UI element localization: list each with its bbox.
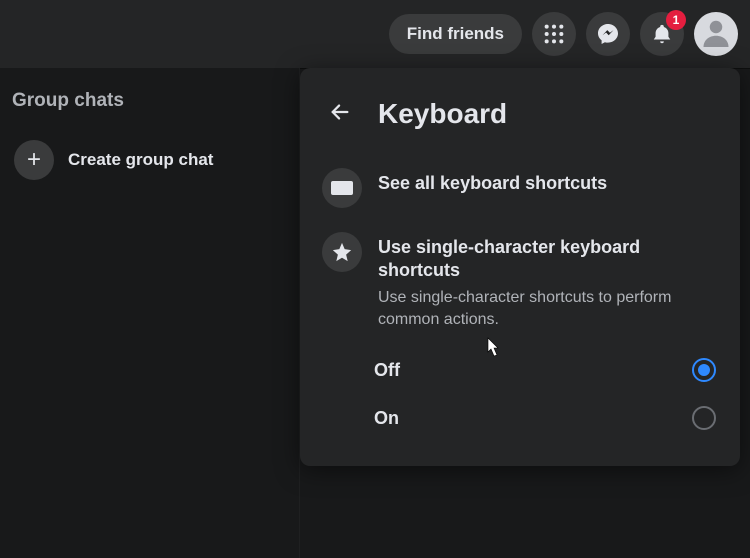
panel-title: Keyboard <box>378 98 507 130</box>
create-group-chat-button[interactable]: + Create group chat <box>10 132 289 188</box>
option-on-label: On <box>374 408 399 429</box>
panel-header: Keyboard <box>320 94 722 134</box>
option-off-label: Off <box>374 360 400 381</box>
single-char-desc: Use single-character shortcuts to perfor… <box>378 287 718 330</box>
sidebar-title: Group chats <box>10 90 289 112</box>
notification-badge: 1 <box>666 10 686 30</box>
radio-off[interactable] <box>692 358 716 382</box>
single-char-shortcuts-row: Use single-character keyboard shortcuts … <box>318 224 722 338</box>
account-avatar[interactable] <box>694 12 738 56</box>
person-icon <box>701 17 731 52</box>
arrow-left-icon <box>329 101 351 128</box>
sidebar: Group chats + Create group chat <box>0 68 300 558</box>
option-off[interactable]: Off <box>318 346 722 394</box>
see-all-shortcuts-label: See all keyboard shortcuts <box>378 172 718 195</box>
plus-icon: + <box>14 140 54 180</box>
see-all-shortcuts-row[interactable]: See all keyboard shortcuts <box>318 160 722 216</box>
option-on[interactable]: On <box>318 394 722 442</box>
star-icon <box>322 232 362 272</box>
create-group-chat-label: Create group chat <box>68 150 213 170</box>
radio-on[interactable] <box>692 406 716 430</box>
grid-icon <box>543 23 565 45</box>
find-friends-button[interactable]: Find friends <box>389 14 522 54</box>
keyboard-settings-panel: Keyboard See all keyboard shortcuts Use … <box>300 68 740 466</box>
single-char-title: Use single-character keyboard shortcuts <box>378 236 718 281</box>
menu-grid-button[interactable] <box>532 12 576 56</box>
back-button[interactable] <box>320 94 360 134</box>
notifications-button[interactable]: 1 <box>640 12 684 56</box>
messenger-icon <box>596 22 620 46</box>
top-bar: Find friends 1 <box>0 0 750 68</box>
messenger-button[interactable] <box>586 12 630 56</box>
keyboard-icon <box>322 168 362 208</box>
